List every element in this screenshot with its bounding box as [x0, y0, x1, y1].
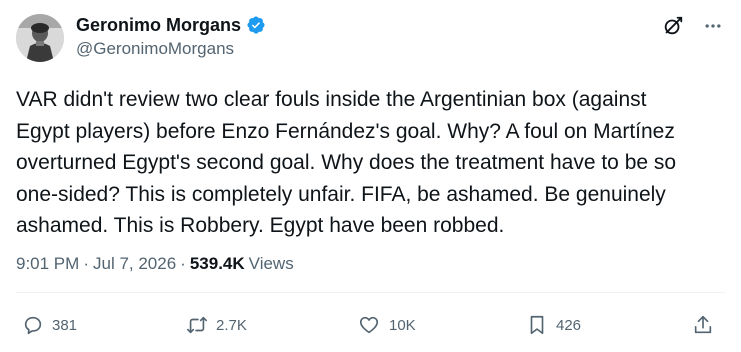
divider	[16, 292, 725, 293]
bookmark-button[interactable]: 426	[526, 314, 581, 336]
tweet-time[interactable]: 9:01 PM	[16, 252, 79, 276]
share-icon	[692, 314, 714, 336]
meta-separator: ·	[180, 254, 186, 273]
like-icon	[357, 314, 381, 336]
share-button[interactable]	[692, 314, 714, 336]
tweet-header-actions	[661, 14, 725, 38]
author-display-name[interactable]: Geronimo Morgans	[76, 14, 266, 36]
like-button[interactable]: 10K	[357, 314, 416, 336]
bookmark-count: 426	[556, 316, 582, 334]
reply-count: 381	[52, 316, 78, 334]
repost-count: 2.7K	[216, 316, 247, 334]
views-count: 539.4K	[189, 254, 245, 273]
verified-badge-icon	[246, 15, 266, 35]
views-label: Views	[248, 254, 294, 273]
repost-button[interactable]: 2.7K	[186, 314, 247, 336]
author-handle[interactable]: @GeronimoMorgans	[76, 38, 234, 60]
bookmark-icon	[526, 314, 548, 336]
author-name-text: Geronimo Morgans	[76, 15, 242, 35]
like-count: 10K	[389, 316, 416, 334]
avatar[interactable]	[16, 14, 64, 62]
tweet-actions-bar: 381 2.7K 10K 426	[16, 314, 724, 340]
tweet-meta: 9:01 PM · Jul 7, 2026 · 539.4K Views	[16, 252, 294, 276]
meta-separator: ·	[83, 254, 89, 273]
tweet-text: VAR didn't review two clear fouls inside…	[16, 88, 677, 237]
grok-icon[interactable]	[661, 14, 685, 38]
repost-icon	[186, 314, 208, 336]
avatar-image	[16, 14, 64, 62]
tweet-date[interactable]: Jul 7, 2026	[93, 252, 176, 276]
reply-icon	[22, 314, 44, 336]
more-icon[interactable]	[701, 14, 725, 38]
tweet-card: Geronimo Morgans @GeronimoMorgans VAR di	[0, 0, 741, 352]
reply-button[interactable]: 381	[22, 314, 77, 336]
